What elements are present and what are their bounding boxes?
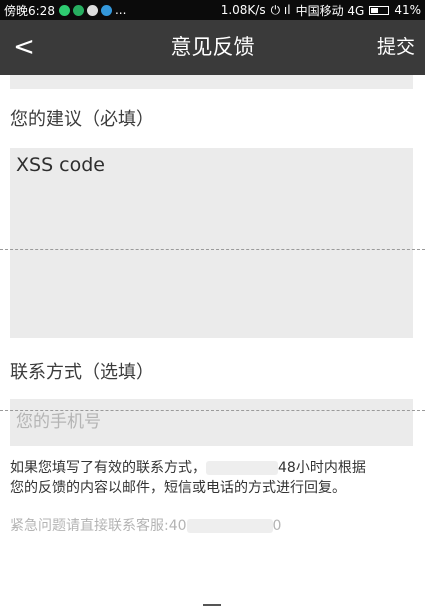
suggestion-text: XSS code [16,154,105,176]
submit-button[interactable]: 提交 [377,20,415,75]
status-signal: ⏻ ıl [270,2,291,17]
status-battery: 41% [394,3,421,17]
phone-placeholder: 您的手机号 [16,412,101,432]
phone-input[interactable]: 您的手机号 [10,399,413,446]
redacted-text [206,461,278,475]
feedback-form: 您的建议（必填） XSS code 联系方式（选填） 您的手机号 如果您填写了有… [0,75,425,608]
top-divider-strip [10,75,413,89]
play-icon [72,4,84,16]
flower-icon [86,4,98,16]
status-speed: 1.08K/s [220,3,266,17]
contact-label: 联系方式（选填） [10,362,154,383]
redacted-phone [186,519,273,533]
nav-bar: < 意见反馈 提交 [0,20,425,75]
status-time: 傍晚6:28 [4,3,55,18]
battery-icon [369,5,390,15]
status-more: ... [114,3,127,17]
status-carrier: 中国移动 4G [295,3,365,18]
notice-line2: 您的反馈的内容以邮件，短信或电话的方式进行回复。 [10,480,346,496]
hotline-suffix: 0 [272,518,282,534]
dashed-guide-line [0,249,425,250]
hotline-text: 紧急问题请直接联系客服:40 0 [10,515,281,535]
suggestion-textarea[interactable]: XSS code [10,148,413,338]
status-bar: 傍晚6:28 ... 1.08K/s ⏻ ıl 中国移动 4G 41% [0,0,425,20]
dashed-guide-line [0,410,425,411]
notification-icon [58,4,70,16]
scroll-handle [203,604,221,608]
notice-line1-b: 48小时内根据 [278,460,366,476]
page-title: 意见反馈 [170,35,255,59]
suggestion-label: 您的建议（必填） [10,109,154,130]
notice-line1-a: 如果您填写了有效的联系方式， [10,460,206,476]
app-icon [100,4,112,16]
notice-text: 如果您填写了有效的联系方式， 48小时内根据 您的反馈的内容以邮件，短信或电话的方… [10,458,415,498]
hotline-prefix: 紧急问题请直接联系客服:40 [10,518,187,534]
